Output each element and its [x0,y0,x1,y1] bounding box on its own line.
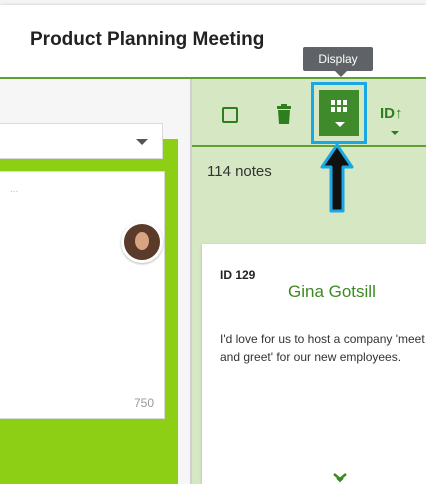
display-tooltip: Display [303,47,373,71]
note-author: Gina Gotsill [288,282,376,301]
notes-toolbar: ID↑ [192,79,426,147]
grid-icon [331,100,347,112]
expand-chevron-icon[interactable] [333,473,347,483]
notes-count: 114 notes [207,163,272,180]
caret-down-icon [335,122,345,127]
note-text: I'd love for us to host a company 'meet … [220,332,425,364]
char-count: 750 [133,396,154,410]
display-button-highlight [311,82,367,144]
select-all-checkbox[interactable] [222,107,238,123]
sort-button[interactable]: ID↑ [380,105,403,122]
notes-panel: ID↑ 114 notes ID 129 Gina Gotsill I'd lo… [192,79,426,484]
note-input[interactable]: ... 750 [0,171,165,419]
category-dropdown[interactable] [0,123,163,159]
caret-down-icon [136,139,148,145]
note-card[interactable]: ID 129 Gina Gotsill I'd love for us to h… [202,244,426,484]
note-input-placeholder: ... [10,184,19,195]
avatar [121,221,163,263]
page-title: Product Planning Meeting [30,29,265,50]
delete-button[interactable] [275,104,293,124]
app-window: Product Planning Meeting ... 750 ID↑ 114… [0,5,426,484]
input-panel: ... 750 [0,79,190,484]
trash-icon [277,104,291,124]
caret-down-icon [391,131,399,135]
arrow-up-icon [320,143,354,213]
tooltip-arrow [335,71,347,77]
display-button[interactable] [319,90,359,136]
note-id: ID 129 [220,268,256,282]
